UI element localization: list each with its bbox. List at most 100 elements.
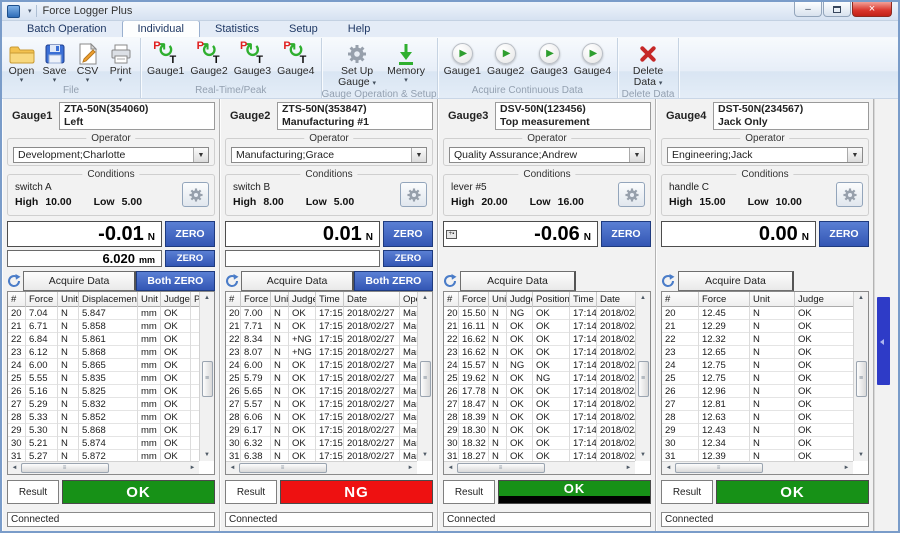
table-row[interactable]: 2212.32NOK	[662, 333, 853, 346]
realtime-gauge2-button[interactable]: ↻PT Gauge2	[187, 40, 230, 78]
scroll-left-icon[interactable]: ◄	[444, 462, 457, 475]
table-row[interactable]: 275.29N5.832mmOK	[8, 398, 199, 411]
scroll-left-icon[interactable]: ◄	[226, 462, 239, 475]
table-row[interactable]: 216.71N5.858mmOK	[8, 320, 199, 333]
table-row[interactable]: 285.33N5.852mmOK	[8, 411, 199, 424]
scroll-thumb[interactable]: ≡	[21, 463, 109, 473]
realtime-gauge3-button[interactable]: ↻PT Gauge3	[231, 40, 274, 78]
chevron-down-icon[interactable]: ▼	[193, 148, 208, 162]
table-row[interactable]: 2415.57NNGOK17:142018/02/27	[444, 359, 635, 372]
condition-settings-button[interactable]	[836, 182, 863, 207]
tab-setup[interactable]: Setup	[274, 21, 333, 37]
realtime-gauge4-button[interactable]: ↻PT Gauge4	[274, 40, 317, 78]
table-row[interactable]: 2818.39NOKOK17:142018/02/27	[444, 411, 635, 424]
table-row[interactable]: 207.00NOK17:152018/02/27Manu	[226, 307, 417, 320]
acquire-gauge3-button[interactable]: ▶ Gauge3	[527, 40, 570, 78]
table-row[interactable]: 228.34N+NG17:152018/02/27Manu	[226, 333, 417, 346]
table-vertical-scrollbar[interactable]: ▲≡▼	[635, 292, 650, 461]
scroll-up-icon[interactable]: ▲	[637, 292, 650, 305]
both-zero-button[interactable]: Both ZERO	[354, 271, 433, 291]
table-row[interactable]: 3012.34NOK	[662, 437, 853, 450]
table-row[interactable]: 305.21N5.874mmOK	[8, 437, 199, 450]
acquire-gauge2-button[interactable]: ▶ Gauge2	[484, 40, 527, 78]
force-zero-button[interactable]: ZERO	[165, 221, 215, 247]
scroll-up-icon[interactable]: ▲	[855, 292, 868, 305]
table-row[interactable]: 265.16N5.825mmOK	[8, 385, 199, 398]
panel-scrollbar-thumb[interactable]	[877, 297, 890, 385]
scroll-down-icon[interactable]: ▼	[201, 448, 214, 461]
acquire-gauge1-button[interactable]: ▶ Gauge1	[441, 40, 484, 78]
scroll-thumb[interactable]: ≡	[457, 463, 545, 473]
table-row[interactable]: 255.55N5.835mmOK	[8, 372, 199, 385]
table-vertical-scrollbar[interactable]: ▲≡▼	[417, 292, 432, 462]
table-row[interactable]: 217.71NOK17:152018/02/27Manu	[226, 320, 417, 333]
table-row[interactable]: 3018.32NOKOK17:142018/02/27	[444, 437, 635, 450]
chevron-down-icon[interactable]: ▼	[847, 148, 862, 162]
table-row[interactable]: 2617.78NOKOK17:142018/02/27	[444, 385, 635, 398]
acquire-data-button[interactable]: Acquire Data	[23, 271, 135, 291]
close-button[interactable]: ×	[852, 2, 892, 17]
scroll-down-icon[interactable]: ▼	[637, 448, 650, 461]
scroll-up-icon[interactable]: ▲	[201, 292, 214, 305]
force-zero-button[interactable]: ZERO	[601, 221, 651, 247]
tab-statistics[interactable]: Statistics	[200, 21, 274, 37]
scroll-right-icon[interactable]: ►	[186, 462, 199, 475]
table-row[interactable]: 265.65NOK17:152018/02/27Manu	[226, 385, 417, 398]
acquire-gauge4-button[interactable]: ▶ Gauge4	[571, 40, 614, 78]
condition-settings-button[interactable]	[618, 182, 645, 207]
scroll-thumb[interactable]: ≡	[202, 361, 213, 397]
table-row[interactable]: 2519.62NOKNG17:142018/02/27	[444, 372, 635, 385]
table-row[interactable]: 2412.75NOK	[662, 359, 853, 372]
table-row[interactable]: 226.84N5.861mmOK	[8, 333, 199, 346]
chevron-down-icon[interactable]: ▼	[411, 148, 426, 162]
table-row[interactable]: 238.07N+NG17:152018/02/27Manu	[226, 346, 417, 359]
table-row[interactable]: 2712.81NOK	[662, 398, 853, 411]
realtime-gauge1-button[interactable]: ↻PT Gauge1	[144, 40, 187, 78]
save-button[interactable]: Save ▾	[38, 40, 71, 85]
scroll-down-icon[interactable]: ▼	[419, 448, 432, 461]
table-row[interactable]: 2812.63NOK	[662, 411, 853, 424]
scroll-right-icon[interactable]: ►	[840, 462, 853, 475]
scroll-thumb[interactable]: ≡	[856, 361, 867, 397]
scroll-down-icon[interactable]: ▼	[855, 448, 868, 461]
acquire-data-button[interactable]: Acquire Data	[460, 271, 576, 291]
condition-settings-button[interactable]	[182, 182, 209, 207]
table-row[interactable]: 236.12N5.868mmOK	[8, 346, 199, 359]
table-row[interactable]: 246.00N5.865mmOK	[8, 359, 199, 372]
scroll-thumb[interactable]: ≡	[420, 361, 431, 397]
table-row[interactable]: 246.00NOK17:152018/02/27Manu	[226, 359, 417, 372]
table-row[interactable]: 2912.43NOK	[662, 424, 853, 437]
operator-select[interactable]: Development;Charlotte ▼	[13, 147, 209, 163]
minimize-button[interactable]: –	[794, 2, 822, 17]
panel-scrollbar-track[interactable]	[874, 99, 898, 531]
operator-select[interactable]: Manufacturing;Grace ▼	[231, 147, 427, 163]
tab-batch-operation[interactable]: Batch Operation	[12, 21, 122, 37]
table-horizontal-scrollbar[interactable]: ◄≡ ►	[8, 461, 199, 474]
table-row[interactable]: 2718.47NOKOK17:142018/02/27	[444, 398, 635, 411]
scroll-right-icon[interactable]: ►	[404, 462, 417, 475]
table-row[interactable]: 2112.29NOK	[662, 320, 853, 333]
displacement-zero-button[interactable]: ZERO	[383, 250, 433, 267]
scroll-thumb[interactable]: ≡	[239, 463, 327, 473]
scroll-thumb[interactable]: ≡	[675, 463, 763, 473]
print-button[interactable]: Print ▾	[104, 40, 137, 85]
scroll-left-icon[interactable]: ◄	[662, 462, 675, 475]
both-zero-button[interactable]: Both ZERO	[136, 271, 215, 291]
table-row[interactable]: 295.30N5.868mmOK	[8, 424, 199, 437]
table-row[interactable]: 306.32NOK17:152018/02/27Manu	[226, 437, 417, 450]
delete-data-button[interactable]: Delete Data ▾	[621, 40, 675, 89]
tab-individual[interactable]: Individual	[122, 20, 200, 37]
table-row[interactable]: 207.04N5.847mmOK	[8, 307, 199, 320]
table-vertical-scrollbar[interactable]: ▲ ≡ ▼	[853, 292, 868, 462]
table-row[interactable]: 275.57NOK17:152018/02/27Manu	[226, 398, 417, 411]
table-row[interactable]: 286.06NOK17:152018/02/27Manu	[226, 411, 417, 424]
acquire-data-button[interactable]: Acquire Data	[678, 271, 794, 291]
table-row[interactable]: 2116.11NOKOK17:142018/02/27	[444, 320, 635, 333]
condition-settings-button[interactable]	[400, 182, 427, 207]
force-zero-button[interactable]: ZERO	[819, 221, 869, 247]
scroll-left-icon[interactable]: ◄	[8, 462, 21, 475]
table-row[interactable]: 2918.30NOKOK17:142018/02/27	[444, 424, 635, 437]
table-row[interactable]: 2015.50NNGOK17:142018/02/27	[444, 307, 635, 320]
table-row[interactable]: 2512.75NOK	[662, 372, 853, 385]
quick-access-caret-icon[interactable]: ▾	[28, 7, 32, 15]
